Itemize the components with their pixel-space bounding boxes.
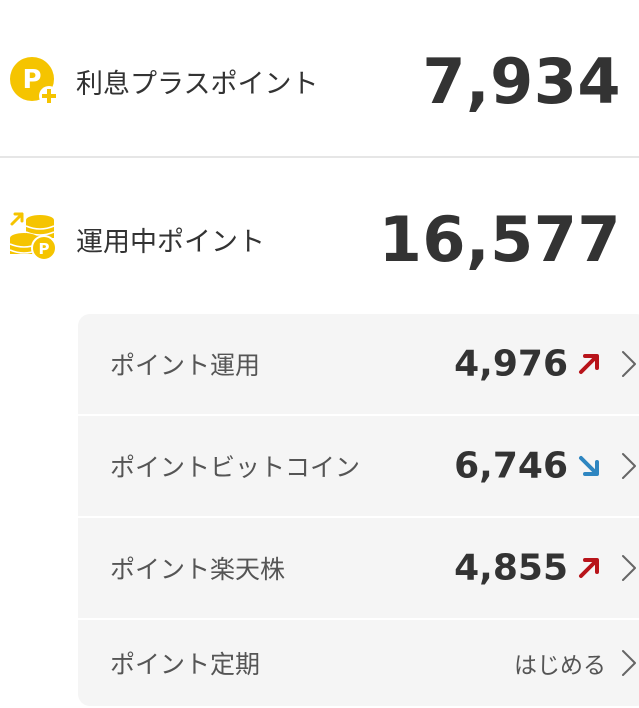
list-item-point-investment[interactable]: ポイント運用 4,976 (78, 314, 639, 414)
invested-points-value: 16,577 (378, 202, 621, 276)
points-plus-icon: P (10, 57, 59, 106)
trend-up-icon (579, 558, 599, 578)
item-label: ポイント運用 (110, 351, 261, 380)
item-value: 4,855 (454, 547, 568, 589)
trend-down-icon (579, 456, 599, 476)
invested-points-label: 運用中ポイント (76, 226, 265, 258)
item-label: ポイントビットコイン (110, 453, 361, 482)
coins-points-icon: P (9, 212, 57, 261)
invested-points-breakdown: ポイント運用 4,976 ポイントビットコイン 6,746 ポイント楽天株 4,… (78, 314, 639, 706)
svg-text:P: P (22, 65, 41, 95)
list-item-point-rakuten-stock[interactable]: ポイント楽天株 4,855 (78, 518, 639, 618)
invested-points-row: P 運用中ポイント 16,577 (0, 196, 639, 282)
item-value: 6,746 (454, 445, 568, 487)
chevron-right-icon (622, 351, 636, 377)
start-link[interactable]: はじめる (514, 646, 606, 680)
section-divider (0, 156, 639, 158)
interest-points-value: 7,934 (422, 44, 621, 118)
item-label: ポイント定期 (110, 650, 261, 679)
trend-up-icon (579, 354, 599, 374)
interest-points-label: 利息プラスポイント (76, 68, 319, 100)
chevron-right-icon (622, 650, 636, 676)
item-label: ポイント楽天株 (110, 555, 286, 584)
points-summary-page: P 利息プラスポイント 7,934 P 運用中ポイント 16,577 ポイント運… (0, 0, 639, 708)
chevron-right-icon (622, 453, 636, 479)
interest-points-row: P 利息プラスポイント 7,934 (0, 38, 639, 124)
chevron-right-icon (622, 555, 636, 581)
list-item-point-bitcoin[interactable]: ポイントビットコイン 6,746 (78, 416, 639, 516)
svg-text:P: P (39, 240, 50, 258)
item-value: 4,976 (454, 343, 568, 385)
list-item-point-fixed-term[interactable]: ポイント定期 はじめる (78, 620, 639, 706)
